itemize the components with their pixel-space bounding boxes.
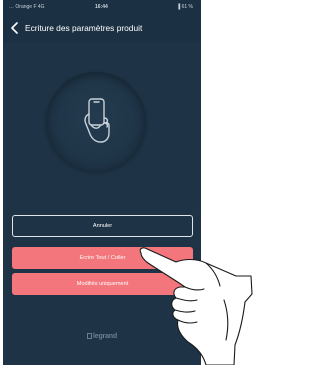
app-screen: … Orange F 4G 16:44 ▐ 61 % Ecriture des … [3,0,201,365]
write-all-paste-button[interactable]: Ecrire Tout / Coller [12,247,193,269]
battery-indicator: ▐ 61 % [176,4,193,10]
chevron-left-icon[interactable] [10,22,20,34]
logo-mark [87,333,93,339]
carrier-label: … Orange F 4G [9,4,45,10]
navigation-bar: Ecriture des paramètres produit [3,14,201,42]
phone-in-hand-icon [84,98,110,143]
illustration-circle [46,72,146,172]
logo-text: legrand [93,333,117,340]
status-bar: … Orange F 4G 16:44 ▐ 61 % [3,0,201,14]
page-title: Ecriture des paramètres produit [25,23,143,33]
brand-logo: legrand [3,333,201,340]
write-modified-only-button[interactable]: Modifiés uniquement [12,273,193,295]
clock: 16:44 [95,4,108,10]
cancel-button[interactable]: Annuler [12,215,193,237]
